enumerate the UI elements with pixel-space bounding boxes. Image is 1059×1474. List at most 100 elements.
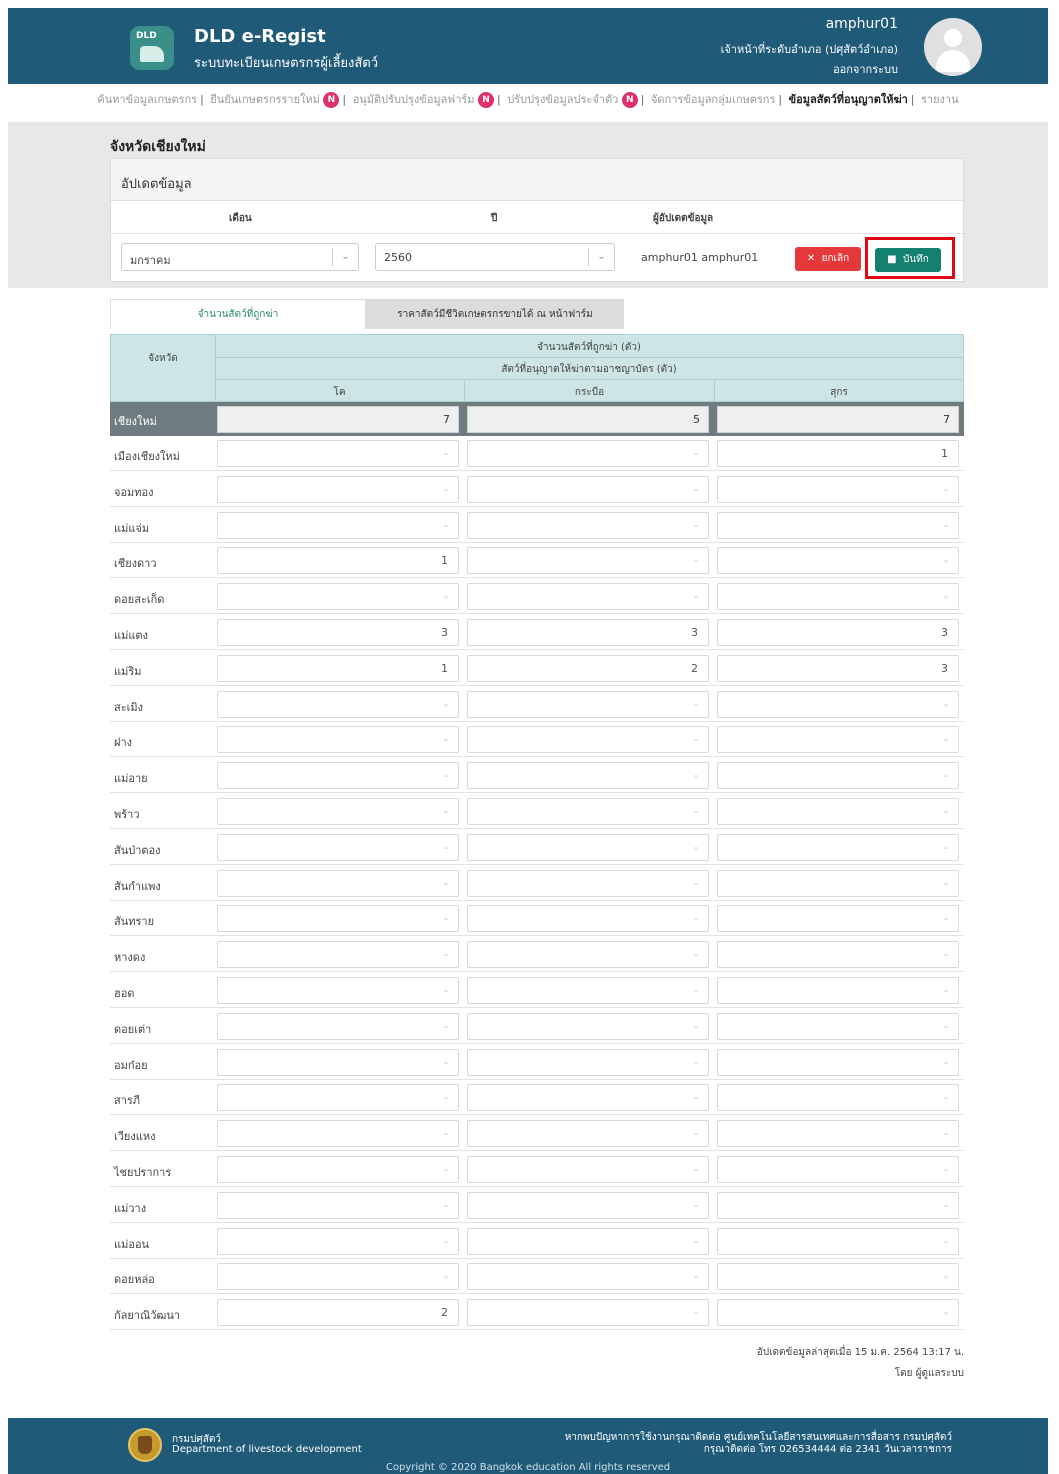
- count-input[interactable]: -: [217, 1120, 459, 1148]
- count-input[interactable]: -: [467, 440, 709, 467]
- count-input[interactable]: -: [217, 1012, 459, 1040]
- nav-item-reports[interactable]: รายงาน: [921, 93, 959, 106]
- count-input[interactable]: -: [467, 1048, 709, 1076]
- count-input[interactable]: -: [467, 833, 709, 861]
- count-input[interactable]: -: [217, 833, 459, 861]
- count-input[interactable]: -: [717, 475, 959, 503]
- count-input[interactable]: -: [717, 690, 959, 718]
- count-input[interactable]: -: [717, 1227, 959, 1255]
- count-input[interactable]: -: [217, 869, 459, 897]
- count-input[interactable]: -: [467, 1227, 709, 1255]
- nav-item-confirm-new[interactable]: ยืนยันเกษตรกรรายใหม่: [210, 93, 320, 106]
- tab-farm-price[interactable]: ราคาสัตว์มีชีวิตเกษตรกรขายได้ ณ หน้าฟาร์…: [366, 299, 624, 329]
- logout-link[interactable]: ออกจากระบบ: [833, 60, 898, 78]
- year-select[interactable]: 2560 ⌄: [375, 243, 615, 271]
- count-input[interactable]: -: [217, 475, 459, 503]
- panel-title: อัปเดตข้อมูล: [121, 177, 192, 192]
- count-input[interactable]: 1: [717, 440, 959, 467]
- count-input[interactable]: -: [717, 1156, 959, 1183]
- nav-item-slaughter-data[interactable]: ข้อมูลสัตว์ที่อนุญาตให้ฆ่า: [789, 93, 908, 106]
- count-input[interactable]: -: [467, 798, 709, 825]
- group-header: จำนวนสัตว์ที่ถูกฆ่า (ตัว): [537, 342, 641, 353]
- count-input[interactable]: -: [467, 1084, 709, 1112]
- save-button[interactable]: ■ บันทึก: [875, 248, 941, 272]
- count-input[interactable]: -: [467, 547, 709, 575]
- count-input[interactable]: -: [467, 1299, 709, 1327]
- count-input[interactable]: -: [467, 905, 709, 933]
- count-input[interactable]: -: [717, 1263, 959, 1291]
- count-input[interactable]: -: [217, 798, 459, 825]
- count-input[interactable]: -: [717, 762, 959, 790]
- count-input[interactable]: 3: [467, 619, 709, 646]
- count-input[interactable]: -: [217, 511, 459, 539]
- count-input[interactable]: -: [217, 1227, 459, 1255]
- cancel-button[interactable]: ✕ ยกเลิก: [795, 247, 861, 271]
- avatar[interactable]: [924, 18, 982, 76]
- cancel-button-label: ยกเลิก: [821, 253, 850, 264]
- count-input[interactable]: 2: [217, 1299, 459, 1327]
- new-badge: N: [323, 92, 340, 108]
- count-input[interactable]: -: [717, 798, 959, 825]
- count-input[interactable]: -: [467, 1120, 709, 1148]
- count-input[interactable]: -: [717, 726, 959, 754]
- count-input[interactable]: -: [467, 1012, 709, 1040]
- district-name: แม่วาง: [114, 1201, 147, 1215]
- nav-item-manage-groups[interactable]: จัดการข้อมูลกลุ่มเกษตรกร: [651, 93, 775, 106]
- dld-logo[interactable]: DLD: [130, 26, 174, 70]
- nav-item-search-farmer[interactable]: ค้นหาข้อมูลเกษตรกร: [97, 93, 197, 106]
- nav-item-update-profile[interactable]: ปรับปรุงข้อมูลประจำตัว: [507, 93, 618, 106]
- count-input[interactable]: -: [467, 869, 709, 897]
- count-input[interactable]: -: [467, 475, 709, 503]
- count-input[interactable]: -: [467, 1263, 709, 1291]
- count-input[interactable]: -: [217, 583, 459, 611]
- count-input[interactable]: -: [717, 941, 959, 969]
- count-input[interactable]: -: [467, 583, 709, 611]
- count-input[interactable]: -: [717, 547, 959, 575]
- count-input[interactable]: -: [467, 977, 709, 1004]
- count-input[interactable]: -: [467, 511, 709, 539]
- count-input[interactable]: -: [717, 1012, 959, 1040]
- table-row: จอมทอง - - -: [110, 472, 964, 507]
- count-input[interactable]: -: [717, 1048, 959, 1076]
- count-input[interactable]: -: [217, 690, 459, 718]
- count-input[interactable]: -: [467, 762, 709, 790]
- count-input[interactable]: 1: [217, 654, 459, 682]
- count-input[interactable]: -: [217, 440, 459, 467]
- count-input[interactable]: -: [217, 1191, 459, 1219]
- count-input[interactable]: -: [467, 726, 709, 754]
- count-input[interactable]: -: [217, 1084, 459, 1112]
- count-input[interactable]: -: [717, 1084, 959, 1112]
- count-input[interactable]: -: [467, 941, 709, 969]
- count-input[interactable]: -: [217, 1263, 459, 1291]
- count-input[interactable]: -: [717, 1191, 959, 1219]
- count-input[interactable]: -: [217, 905, 459, 933]
- count-input[interactable]: -: [717, 1299, 959, 1327]
- count-input[interactable]: -: [717, 511, 959, 539]
- count-input[interactable]: 3: [717, 619, 959, 646]
- count-input[interactable]: -: [717, 1120, 959, 1148]
- count-input[interactable]: -: [217, 977, 459, 1004]
- count-input[interactable]: -: [717, 833, 959, 861]
- count-input[interactable]: -: [217, 941, 459, 969]
- nav-item-approve-farm[interactable]: อนุมัติปรับปรุงข้อมูลฟาร์ม: [353, 93, 475, 106]
- count-input[interactable]: -: [217, 1156, 459, 1183]
- nav-separator: |: [778, 93, 783, 106]
- username: amphur01: [825, 16, 898, 32]
- count-input[interactable]: -: [467, 1191, 709, 1219]
- count-input[interactable]: -: [467, 1156, 709, 1183]
- count-input[interactable]: -: [717, 977, 959, 1004]
- count-input[interactable]: 3: [717, 654, 959, 682]
- count-input[interactable]: -: [217, 726, 459, 754]
- count-input[interactable]: 2: [467, 654, 709, 682]
- table-row: ดอยเต่า - - -: [110, 1009, 964, 1044]
- tab-slaughter-count[interactable]: จำนวนสัตว์ที่ถูกฆ่า: [110, 299, 366, 329]
- count-input[interactable]: -: [717, 905, 959, 933]
- count-input[interactable]: 1: [217, 547, 459, 575]
- month-select[interactable]: มกราคม ⌄: [121, 243, 359, 271]
- count-input[interactable]: -: [467, 690, 709, 718]
- count-input[interactable]: -: [717, 869, 959, 897]
- count-input[interactable]: -: [217, 762, 459, 790]
- count-input[interactable]: -: [717, 583, 959, 611]
- count-input[interactable]: -: [217, 1048, 459, 1076]
- count-input[interactable]: 3: [217, 619, 459, 646]
